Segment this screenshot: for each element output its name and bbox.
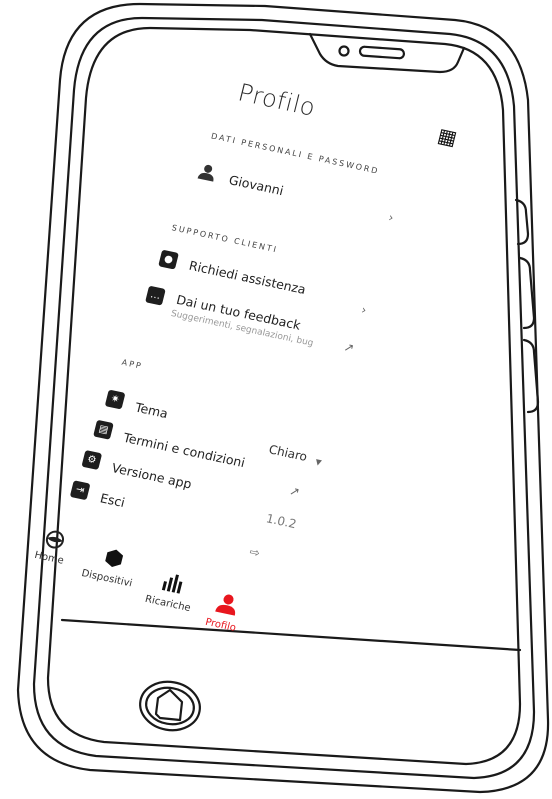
terms-icon: ▤ — [93, 419, 114, 440]
chevron-right-icon[interactable]: › — [387, 210, 395, 225]
theme-icon: ✷ — [104, 389, 126, 410]
hexagon-icon — [105, 549, 124, 568]
user-name[interactable]: Giovanni — [227, 172, 285, 198]
external-link-icon[interactable]: ↗ — [288, 484, 301, 500]
assistance-label[interactable]: Richiedi assistenza — [188, 258, 308, 297]
chevron-down-icon[interactable]: ▾ — [314, 454, 323, 469]
side-button-2 — [518, 256, 536, 330]
theme-value[interactable]: Chiaro — [267, 442, 308, 464]
assistance-icon: ● — [158, 249, 179, 270]
section-heading-app: APP — [120, 357, 144, 371]
logout-label[interactable]: Esci — [99, 490, 127, 510]
user-icon — [196, 162, 218, 183]
theme-label[interactable]: Tema — [134, 400, 170, 421]
nav-item-recharges[interactable] — [159, 569, 187, 599]
logout-arrow-icon[interactable]: ⇨ — [248, 545, 261, 561]
settings-icon: ⚙ — [81, 449, 103, 471]
user-icon — [215, 594, 236, 616]
chevron-right-icon[interactable]: › — [360, 303, 368, 318]
bar-chart-icon — [161, 574, 183, 594]
section-heading-support: SUPPORTO CLIENTI — [170, 223, 279, 255]
version-value: 1.0.2 — [264, 511, 298, 532]
feedback-icon: … — [145, 285, 166, 306]
terms-label[interactable]: Termini e condizioni — [122, 430, 247, 470]
nav-item-devices[interactable] — [101, 547, 126, 574]
front-camera — [338, 45, 350, 57]
speaker — [358, 45, 406, 60]
nav-item-profile[interactable] — [213, 591, 241, 621]
qr-code-icon[interactable]: ▦ — [435, 123, 459, 150]
logout-icon: ⇥ — [69, 480, 91, 501]
external-link-icon[interactable]: ↗ — [342, 340, 355, 356]
section-heading-personal: DATI PERSONALI E PASSWORD — [210, 131, 381, 176]
phone-mockup: Profilo ▦ DATI PERSONALI E PASSWORD Giov… — [0, 0, 552, 799]
nav-label-recharges[interactable]: Ricariche — [144, 594, 192, 614]
version-label: Versione app — [110, 460, 194, 492]
page-title: Profilo — [235, 78, 319, 122]
